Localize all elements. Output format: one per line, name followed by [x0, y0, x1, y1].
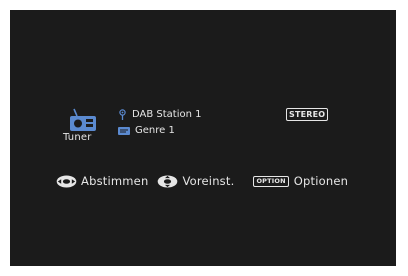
- station-row: DAB Station 1: [118, 109, 202, 120]
- tune-action[interactable]: Abstimmen: [56, 174, 148, 188]
- genre-name: Genre 1: [135, 125, 175, 136]
- preset-label: Voreinst.: [182, 174, 235, 188]
- option-label: Optionen: [293, 174, 349, 188]
- option-badge: OPTION: [253, 175, 289, 187]
- tuner-info-screen: Tuner DAB Station 1 Genre 1 STEREO Absti…: [10, 10, 396, 266]
- genre-row: Genre 1: [118, 125, 175, 136]
- antenna-icon: [119, 109, 126, 120]
- pty-icon: [118, 126, 130, 135]
- radio-icon: [70, 108, 96, 131]
- preset-action[interactable]: Voreinst.: [157, 174, 234, 188]
- stereo-badge: STEREO: [286, 108, 329, 121]
- station-name: DAB Station 1: [132, 109, 202, 120]
- action-bar: Abstimmen Voreinst. OPTION Optionen: [56, 174, 348, 188]
- cursor-left-right-icon: [56, 175, 77, 187]
- cursor-up-down-icon: [158, 175, 178, 187]
- source-label: Tuner: [63, 132, 92, 143]
- option-action[interactable]: OPTION Optionen: [253, 174, 348, 188]
- tune-label: Abstimmen: [81, 174, 149, 188]
